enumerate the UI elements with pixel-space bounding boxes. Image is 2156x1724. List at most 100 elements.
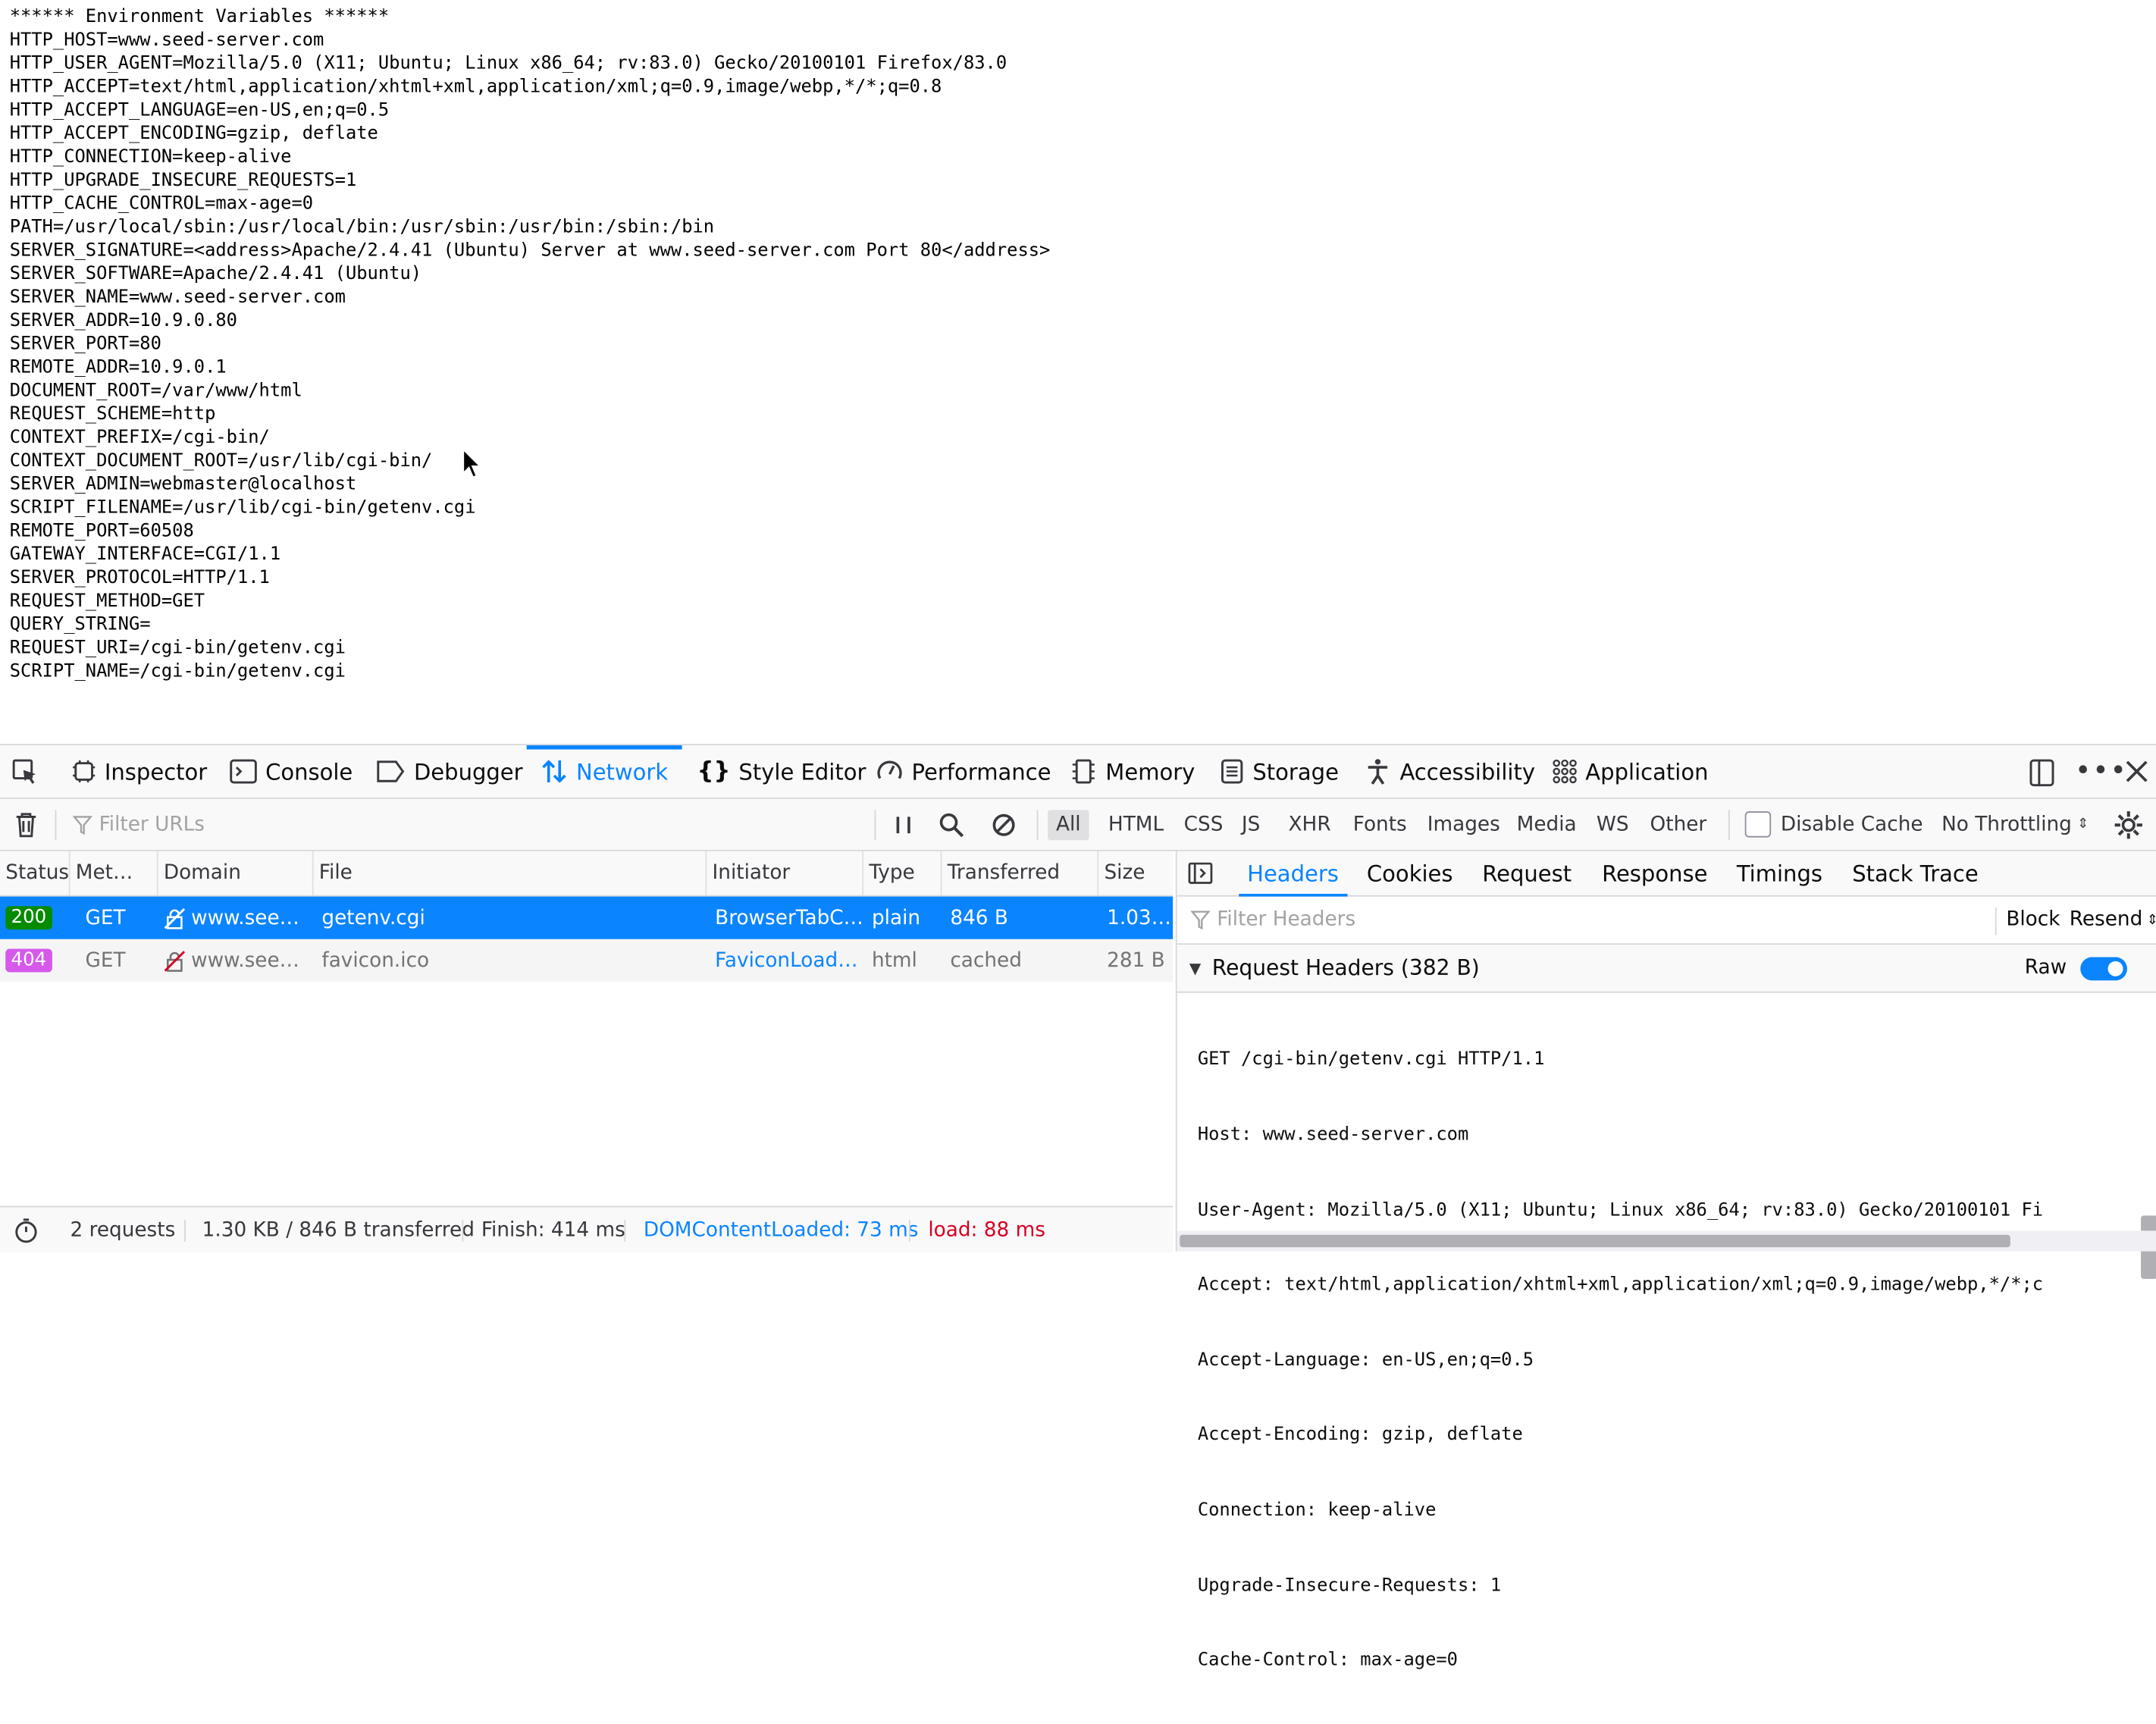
column-type[interactable]: Type <box>863 851 942 895</box>
tab-network[interactable]: Network <box>526 745 682 798</box>
status-cell: 404 <box>0 939 71 982</box>
tab-style-editor[interactable]: {} Style Editor <box>697 745 866 798</box>
tab-storage[interactable]: Storage <box>1220 745 1339 798</box>
column-domain[interactable]: Domain <box>158 851 314 895</box>
raw-toggle[interactable] <box>2080 957 2127 981</box>
more-options-icon[interactable]: ••• <box>2075 757 2126 788</box>
type-filter-media[interactable]: Media <box>1509 799 1585 850</box>
type-filter-ws[interactable]: WS <box>1588 799 1637 850</box>
column-status[interactable]: Status <box>0 851 71 895</box>
horizontal-scrollbar[interactable] <box>1177 1230 2156 1252</box>
column-size[interactable]: Size <box>1098 851 1173 895</box>
filter-headers-bar: Filter Headers Block Resend ⇕ <box>1177 897 2156 945</box>
env-line: HTTP_USER_AGENT=Mozilla/5.0 (X11; Ubuntu… <box>9 53 1007 74</box>
tab-debugger[interactable]: Debugger <box>375 745 523 798</box>
dock-side-icon[interactable] <box>2028 757 2058 788</box>
devtools-panel: Inspector Console Debugger Network {} St… <box>0 744 2156 1671</box>
checkbox-box <box>1744 811 1772 838</box>
domcontentloaded-time: DOMContentLoaded: 73 ms <box>643 1218 919 1241</box>
braces-icon: {} <box>697 757 731 785</box>
type-filter-html[interactable]: HTML <box>1100 799 1172 850</box>
tab-application[interactable]: Application <box>1553 745 1708 798</box>
domain-cell: www.see… <box>158 939 314 982</box>
transferred-summary: 1.30 KB / 846 B transferred <box>202 1218 475 1241</box>
console-icon <box>230 759 257 784</box>
tab-response[interactable]: Response <box>1602 851 1707 895</box>
table-row[interactable]: 404 GET www.see… favicon.ico FaviconLoad… <box>0 939 1174 983</box>
request-count: 2 requests <box>70 1218 176 1241</box>
column-file[interactable]: File <box>314 851 707 895</box>
type-filter-fonts[interactable]: Fonts <box>1345 799 1415 850</box>
block-button[interactable]: Block <box>2006 897 2060 944</box>
initiator-link[interactable]: FaviconLoad… <box>710 939 863 982</box>
env-line: GATEWAY_INTERFACE=CGI/1.1 <box>9 544 281 566</box>
tab-timings[interactable]: Timings <box>1737 851 1822 895</box>
env-line: DOCUMENT_ROOT=/var/www/html <box>9 381 302 402</box>
tab-inspector-label: Inspector <box>104 758 208 785</box>
requests-table: Status Met… Domain File Initiator Type T… <box>0 851 1174 1208</box>
type-cell: html <box>871 949 917 972</box>
filter-urls-input[interactable]: Filter URLs <box>73 799 205 850</box>
filter-funnel-icon <box>73 815 92 835</box>
network-arrows-icon <box>541 757 568 785</box>
toolbar-divider <box>874 810 876 841</box>
type-filter-label: Media <box>1516 813 1577 835</box>
block-urls-icon[interactable] <box>992 799 1017 850</box>
raw-header-line: Host: www.seed-server.com <box>1197 1124 1469 1146</box>
gauge-icon <box>876 757 903 785</box>
tab-stack-trace[interactable]: Stack Trace <box>1852 851 1979 895</box>
column-initiator[interactable]: Initiator <box>707 851 864 895</box>
tab-memory-label: Memory <box>1105 758 1196 785</box>
resend-button[interactable]: Resend ⇕ <box>2070 897 2156 944</box>
type-filter-images[interactable]: Images <box>1419 799 1509 850</box>
insecure-lock-icon <box>164 907 186 929</box>
disable-cache-checkbox[interactable]: Disable Cache <box>1744 799 1923 850</box>
filter-funnel-icon <box>1190 911 1211 930</box>
scrollbar-thumb[interactable] <box>1180 1234 2010 1248</box>
search-icon[interactable] <box>939 799 964 850</box>
tab-memory[interactable]: Memory <box>1070 745 1195 798</box>
type-filter-other[interactable]: Other <box>1642 799 1715 850</box>
type-filter-label: WS <box>1596 813 1629 835</box>
toggle-sidebar-icon[interactable] <box>1186 851 1214 895</box>
tab-network-label: Network <box>575 758 669 785</box>
raw-header-line: Upgrade-Insecure-Requests: 1 <box>1197 1575 1502 1597</box>
close-devtools-icon[interactable] <box>2123 757 2154 788</box>
tab-request[interactable]: Request <box>1482 851 1572 895</box>
application-grid-icon <box>1553 759 1578 784</box>
select-arrows-icon: ⇕ <box>2077 817 2089 832</box>
column-transferred[interactable]: Transferred <box>942 851 1099 895</box>
request-headers-section[interactable]: ▼ Request Headers (382 B) Raw <box>1177 945 2156 993</box>
request-headers-title: Request Headers (382 B) <box>1211 955 1480 981</box>
env-line: SERVER_ADDR=10.9.0.80 <box>9 310 237 332</box>
env-line: HTTP_HOST=www.seed-server.com <box>9 30 324 52</box>
env-line: REMOTE_PORT=60508 <box>9 521 194 542</box>
type-filter-xhr[interactable]: XHR <box>1280 799 1340 850</box>
pause-icon[interactable] <box>894 799 913 850</box>
type-filter-all[interactable]: All <box>1048 799 1089 850</box>
tab-accessibility-label: Accessibility <box>1399 758 1536 785</box>
throttling-select[interactable]: No Throttling ⇕ <box>1941 799 2089 850</box>
type-filter-css[interactable]: CSS <box>1176 799 1232 850</box>
insecure-lock-icon <box>164 949 186 971</box>
tab-accessibility[interactable]: Accessibility <box>1364 745 1535 798</box>
tab-inspector[interactable]: Inspector <box>71 745 207 798</box>
clear-trash-icon[interactable] <box>14 799 39 850</box>
status-divider <box>462 1219 464 1242</box>
tab-console[interactable]: Console <box>230 745 353 798</box>
env-line: HTTP_UPGRADE_INSECURE_REQUESTS=1 <box>9 170 357 192</box>
env-line: REMOTE_ADDR=10.9.0.1 <box>9 357 227 378</box>
filter-headers-input[interactable]: Filter Headers <box>1190 897 1355 944</box>
env-line: HTTP_ACCEPT_ENCODING=gzip, deflate <box>9 124 378 145</box>
type-filter-js[interactable]: JS <box>1233 799 1268 850</box>
filter-urls-placeholder: Filter URLs <box>99 813 205 835</box>
raw-header-line: Accept: text/html,application/xhtml+xml,… <box>1197 1274 2044 1296</box>
settings-gear-icon[interactable] <box>2114 799 2144 850</box>
column-method[interactable]: Met… <box>71 851 158 895</box>
table-row[interactable]: 200 GET www.see… getenv.cgi BrowserTabC…… <box>0 896 1174 939</box>
tab-headers[interactable]: Headers <box>1239 851 1346 897</box>
element-picker-icon[interactable] <box>11 745 39 798</box>
tab-performance-label: Performance <box>911 758 1051 785</box>
tab-cookies[interactable]: Cookies <box>1367 851 1453 895</box>
tab-performance[interactable]: Performance <box>876 745 1051 798</box>
